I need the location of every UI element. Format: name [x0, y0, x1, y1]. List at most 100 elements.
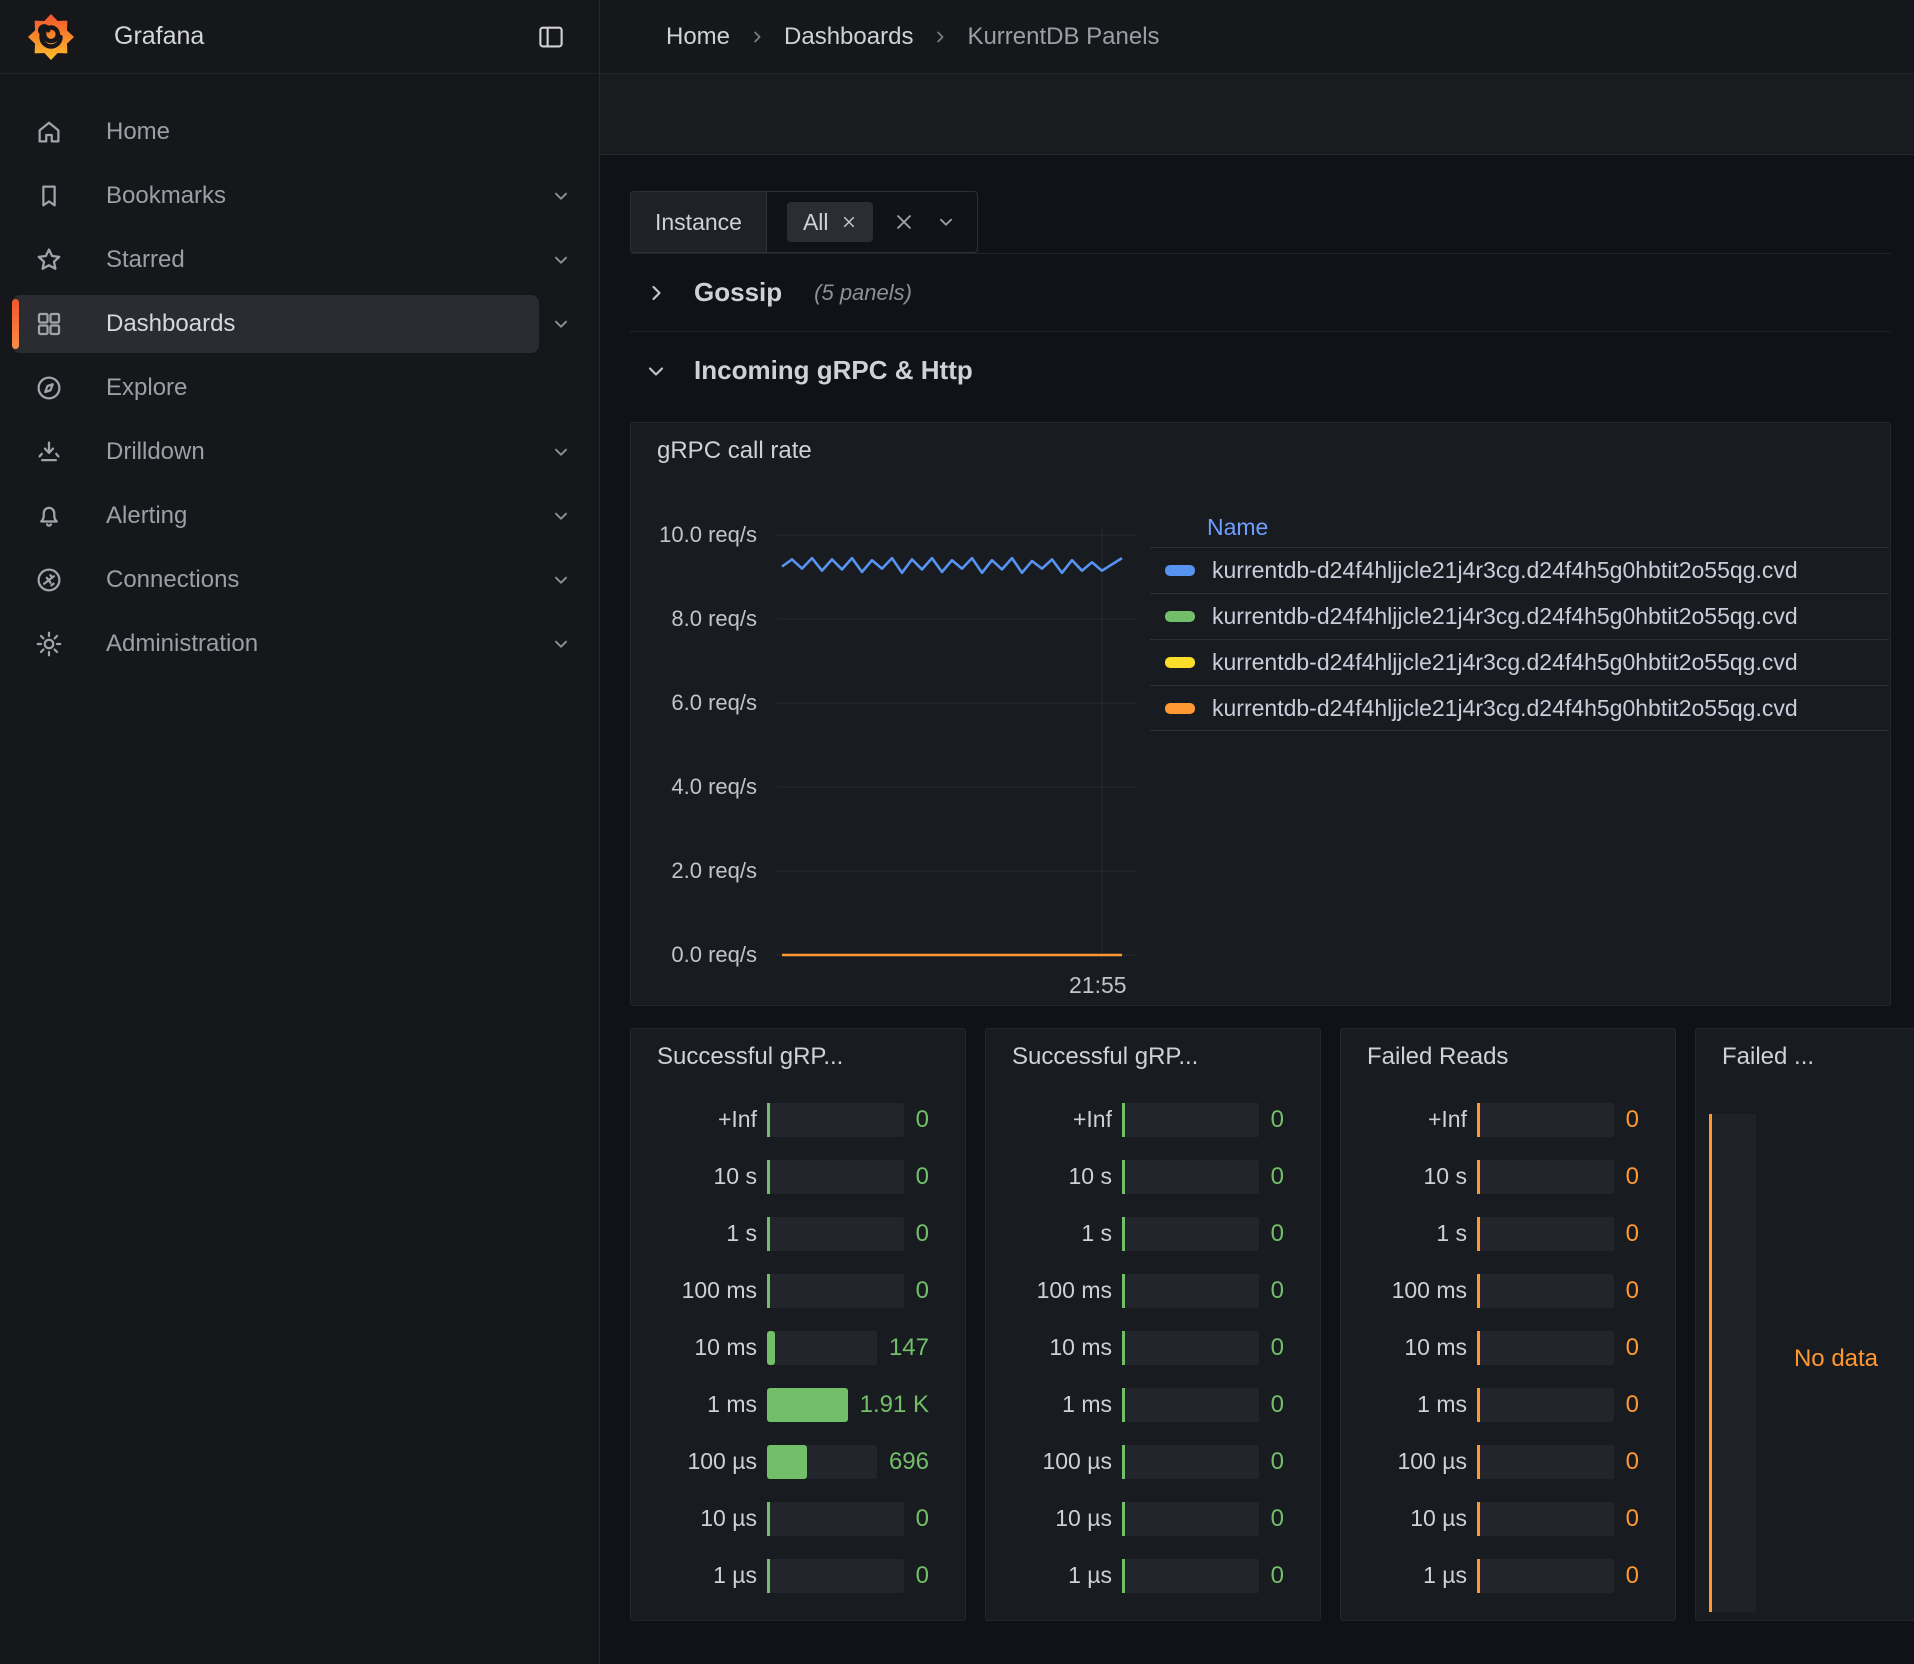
bucket-bar-track[interactable] [1122, 1559, 1259, 1593]
bucket-label: 1 µs [657, 1562, 757, 1589]
bucket-bar-track[interactable] [1122, 1217, 1259, 1251]
bucket-bar-track[interactable] [1477, 1274, 1614, 1308]
bucket-value: 0 [1271, 1391, 1284, 1419]
legend-row[interactable]: kurrentdb-d24f4hljjcle21j4r3cg.d24f4h5g0… [1150, 593, 1889, 639]
sidebar-item-home[interactable]: Home [12, 103, 583, 161]
clear-all-icon[interactable] [893, 211, 915, 233]
bucket-bar-track[interactable] [767, 1103, 904, 1137]
y-axis-tick-label: 10.0 req/s [631, 520, 757, 550]
bucket-bar-track[interactable] [1477, 1331, 1614, 1365]
bucket-bar-track[interactable] [1477, 1445, 1614, 1479]
bucket-bar-track[interactable] [1122, 1502, 1259, 1536]
bucket-bar-track[interactable] [767, 1559, 904, 1593]
sidebar-expand-chevron[interactable] [539, 185, 583, 207]
compass-icon [34, 373, 64, 403]
sidebar-item-starred[interactable]: Starred [12, 231, 539, 289]
series-name: kurrentdb-d24f4hljjcle21j4r3cg.d24f4h5g0… [1212, 649, 1798, 676]
bucket-value: 0 [1626, 1505, 1639, 1533]
panel-title[interactable]: Failed Reads [1367, 1043, 1639, 1071]
sidebar-item-dashboards[interactable]: Dashboards [12, 295, 539, 353]
legend-row[interactable]: kurrentdb-d24f4hljjcle21j4r3cg.d24f4h5g0… [1150, 639, 1889, 685]
home-icon [34, 117, 64, 147]
sidebar-row-connections: Connections [12, 548, 583, 612]
bucket-label: 10 s [1012, 1163, 1112, 1190]
sidebar-item-label: Starred [106, 246, 185, 274]
bucket-value: 0 [916, 1163, 929, 1191]
panel-title[interactable]: Successful gRP... [1012, 1043, 1284, 1071]
sidebar-header: Grafana [0, 0, 599, 74]
bucket-bar-track[interactable] [1477, 1502, 1614, 1536]
sidebar-item-connections[interactable]: Connections [12, 551, 539, 609]
panel-title[interactable]: Failed ... [1722, 1043, 1914, 1071]
sidebar-item-alerting[interactable]: Alerting [12, 487, 539, 545]
bucket-bar-track[interactable] [1477, 1559, 1614, 1593]
bucket-bar-track[interactable] [1122, 1388, 1259, 1422]
bucket-bar-track[interactable] [1122, 1274, 1259, 1308]
breadcrumb-item-2[interactable]: Dashboards [784, 23, 913, 51]
bucket-bar-track[interactable] [767, 1331, 877, 1365]
dropdown-chevron-icon[interactable] [935, 211, 957, 233]
sidebar-item-label: Connections [106, 566, 239, 594]
bucket-label: +Inf [1012, 1106, 1112, 1133]
histogram-panel-1: Successful gRP...+Inf010 s01 s0100 ms010… [630, 1028, 966, 1621]
sidebar-item-explore[interactable]: Explore [12, 359, 583, 417]
bucket-bar-track[interactable] [767, 1217, 904, 1251]
sidebar-item-bookmarks[interactable]: Bookmarks [12, 167, 539, 225]
chevron-down-icon [550, 569, 572, 591]
bucket-row-100ms: 100 ms0 [1012, 1262, 1284, 1319]
sidebar-item-drilldown[interactable]: Drilldown [12, 423, 539, 481]
breadcrumb-item-1[interactable]: Home [666, 23, 730, 51]
breadcrumb-separator [748, 28, 766, 46]
section-row-gossip[interactable]: Gossip (5 panels) [630, 253, 1891, 331]
bucket-rows: +Inf010 s01 s0100 ms010 ms01 ms0100 µs01… [1012, 1091, 1284, 1604]
histogram-panel-row: Successful gRP...+Inf010 s01 s0100 ms010… [630, 1028, 1914, 1621]
bucket-row-1µs: 1 µs0 [1012, 1547, 1284, 1604]
series-color-swatch [1165, 657, 1195, 668]
instance-filter-pill[interactable]: All [787, 202, 873, 242]
grafana-logo-icon[interactable] [28, 14, 74, 60]
sidebar-row-alerting: Alerting [12, 484, 583, 548]
legend-name-header[interactable]: Name [1150, 507, 1889, 547]
sidebar-expand-chevron[interactable] [539, 505, 583, 527]
sidebar-expand-chevron[interactable] [539, 313, 583, 335]
sidebar-expand-chevron[interactable] [539, 569, 583, 591]
bucket-bar-track[interactable] [1122, 1445, 1259, 1479]
sidebar-item-administration[interactable]: Administration [12, 615, 539, 673]
bucket-bar-track[interactable] [767, 1388, 848, 1422]
bucket-bar-track[interactable] [1477, 1103, 1614, 1137]
remove-value-icon[interactable] [841, 214, 857, 230]
bucket-bar-track[interactable] [767, 1502, 904, 1536]
chevron-down-icon [644, 359, 668, 383]
bucket-bar-track[interactable] [767, 1445, 877, 1479]
bucket-bar-fill [1477, 1160, 1480, 1194]
sidebar-expand-chevron[interactable] [539, 441, 583, 463]
dashboard-canvas: Instance All [600, 155, 1914, 1664]
sidebar-row-explore: Explore [12, 356, 583, 420]
bucket-label: 1 ms [1012, 1391, 1112, 1418]
sidebar-collapse-icon[interactable] [531, 17, 571, 57]
legend-row[interactable]: kurrentdb-d24f4hljjcle21j4r3cg.d24f4h5g0… [1150, 547, 1889, 593]
bucket-bar-track[interactable] [767, 1160, 904, 1194]
bucket-bar-track[interactable] [1477, 1217, 1614, 1251]
y-axis-tick-label: 4.0 req/s [631, 772, 757, 802]
panel-title[interactable]: Successful gRP... [657, 1043, 929, 1071]
instance-filter-value[interactable]: All [767, 192, 977, 252]
bucket-label: 10 ms [657, 1334, 757, 1361]
sidebar-expand-chevron[interactable] [539, 249, 583, 271]
series-name: kurrentdb-d24f4hljjcle21j4r3cg.d24f4h5g0… [1212, 695, 1798, 722]
bucket-bar-track[interactable] [767, 1274, 904, 1308]
sidebar-expand-chevron[interactable] [539, 633, 583, 655]
legend-row[interactable]: kurrentdb-d24f4hljjcle21j4r3cg.d24f4h5g0… [1150, 685, 1889, 731]
timeseries-plot[interactable] [777, 507, 1137, 977]
bucket-bar-track[interactable] [1122, 1160, 1259, 1194]
bucket-row-10s: 10 s0 [657, 1148, 929, 1205]
bucket-bar-track[interactable] [1122, 1331, 1259, 1365]
sidebar-item-label: Home [106, 118, 170, 146]
bucket-bar-track[interactable] [1477, 1388, 1614, 1422]
bucket-bar-track[interactable] [1122, 1103, 1259, 1137]
bucket-bar-track[interactable] [1477, 1160, 1614, 1194]
section-row-incoming-grpc[interactable]: Incoming gRPC & Http [630, 331, 1891, 409]
chevron-down-icon [550, 505, 572, 527]
bucket-bar-fill [767, 1559, 770, 1593]
panel-title[interactable]: gRPC call rate [657, 437, 812, 465]
